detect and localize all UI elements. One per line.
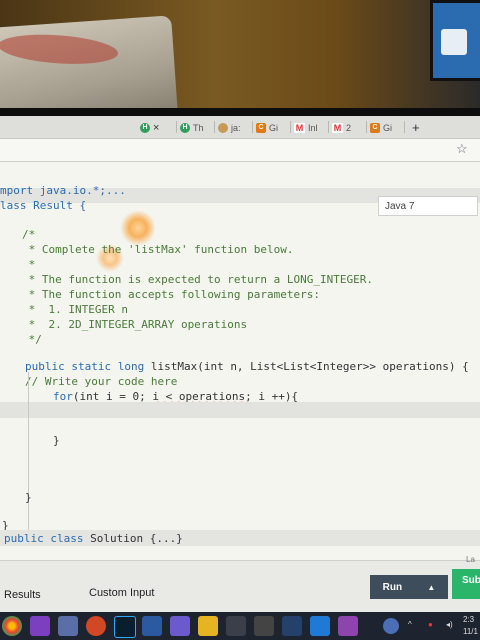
tab-label: Th: [193, 122, 204, 133]
indent-guide: [28, 372, 29, 532]
code-icon: C: [256, 122, 266, 133]
run-label: Run: [382, 581, 403, 593]
run-button[interactable]: Run ▲: [370, 575, 448, 599]
clock-date[interactable]: 11/1: [463, 627, 478, 636]
cube-app-icon[interactable]: [58, 616, 78, 636]
windows-taskbar: ^ ● ◂) 2:3 11/1: [0, 612, 480, 640]
tab-gmail-inbox[interactable]: M Inl: [294, 119, 318, 136]
code-line-brace: }: [53, 434, 60, 447]
visual-studio-icon[interactable]: [30, 616, 50, 636]
clock-time[interactable]: 2:3: [463, 615, 474, 624]
visual-studio-2-icon[interactable]: [338, 616, 358, 636]
code-line-comment: * Complete the 'listMax' function below.: [22, 243, 294, 256]
tab-label: ja:: [231, 122, 241, 133]
tab-label: Gi: [269, 122, 278, 133]
close-icon[interactable]: ×: [153, 122, 159, 134]
code-line-comment: * The function accepts following paramet…: [22, 288, 321, 301]
monitor-screen: H × H Th ja: C Gi M Inl M 2 C Gi + ☆ mpo…: [0, 116, 480, 640]
browser-tab-bar: H × H Th ja: C Gi M Inl M 2 C Gi +: [0, 116, 480, 139]
vscode-icon[interactable]: [310, 616, 330, 636]
tab-results[interactable]: Results: [4, 589, 41, 601]
code-line-comment: *: [22, 258, 36, 271]
code-line-import: mport java.io.*;...: [0, 184, 126, 197]
code-line-comment: * 2. 2D_INTEGER_ARRAY operations: [22, 318, 248, 331]
second-monitor: [430, 0, 480, 81]
chevron-up-icon[interactable]: ^: [408, 620, 412, 629]
settings-gear-icon[interactable]: [226, 616, 246, 636]
tab-java[interactable]: ja:: [218, 119, 241, 136]
powerpoint-icon[interactable]: [86, 616, 106, 636]
photos-icon[interactable]: [170, 616, 190, 636]
gmail-icon: M: [294, 122, 305, 133]
file-explorer-icon[interactable]: [198, 616, 218, 636]
hackerrank-icon: H: [140, 122, 150, 133]
code-editor[interactable]: mport java.io.*;... lass Result { Java 7…: [0, 162, 480, 582]
light-glare: [120, 210, 156, 246]
code-line-class-solution: public class Solution {...}: [4, 532, 183, 545]
powershell-icon[interactable]: [142, 616, 162, 636]
tab-gmail-2[interactable]: M 2: [332, 119, 351, 136]
current-line-highlight: [0, 402, 480, 418]
code-line-comment: * The function is expected to return a L…: [22, 273, 373, 286]
tab-label: Gi: [383, 122, 392, 133]
user-icon: [218, 122, 228, 133]
code-line-comment: * 1. INTEGER n: [22, 303, 128, 316]
tab-custom-input[interactable]: Custom Input: [89, 587, 154, 599]
help-icon[interactable]: [383, 618, 399, 634]
tab-hackerrank-active[interactable]: H ×: [140, 119, 159, 136]
tab-gi-2[interactable]: C Gi: [370, 119, 392, 136]
tab-label: Inl: [308, 122, 318, 133]
bottom-panel: La Results Custom Input Run ▲ Sub: [0, 555, 480, 613]
chrome-icon[interactable]: [2, 616, 22, 636]
volume-icon[interactable]: ◂): [446, 620, 453, 629]
hackerrank-icon: H: [180, 122, 190, 133]
gmail-icon: M: [332, 122, 343, 133]
code-icon: C: [370, 122, 380, 133]
code-line-comment: */: [22, 333, 42, 346]
tab-gi-1[interactable]: C Gi: [256, 119, 278, 136]
code-line-comment: /*: [22, 228, 36, 241]
caret-up-icon: ▲: [427, 582, 436, 592]
language-select[interactable]: Java 7: [378, 196, 478, 216]
code-line-method-signature: public static long listMax(int n, List<L…: [25, 360, 469, 373]
photoshop-icon[interactable]: [114, 616, 136, 638]
address-bar[interactable]: ☆: [0, 139, 480, 162]
tab-hackerrank[interactable]: H Th: [180, 119, 204, 136]
new-tab-button[interactable]: +: [412, 119, 420, 136]
tab-label: 2: [346, 122, 352, 133]
network-warning-icon[interactable]: ●: [428, 620, 433, 629]
code-line-class-result: lass Result {: [0, 199, 87, 212]
bookmark-star-icon[interactable]: ☆: [456, 141, 468, 157]
line-indicator: La: [466, 555, 475, 564]
submit-button[interactable]: Sub: [452, 569, 480, 599]
terminal-icon[interactable]: [254, 616, 274, 636]
code-line-brace: }: [25, 491, 32, 504]
code-line-comment: // Write your code here: [25, 375, 178, 388]
network-app-icon[interactable]: [282, 616, 302, 636]
